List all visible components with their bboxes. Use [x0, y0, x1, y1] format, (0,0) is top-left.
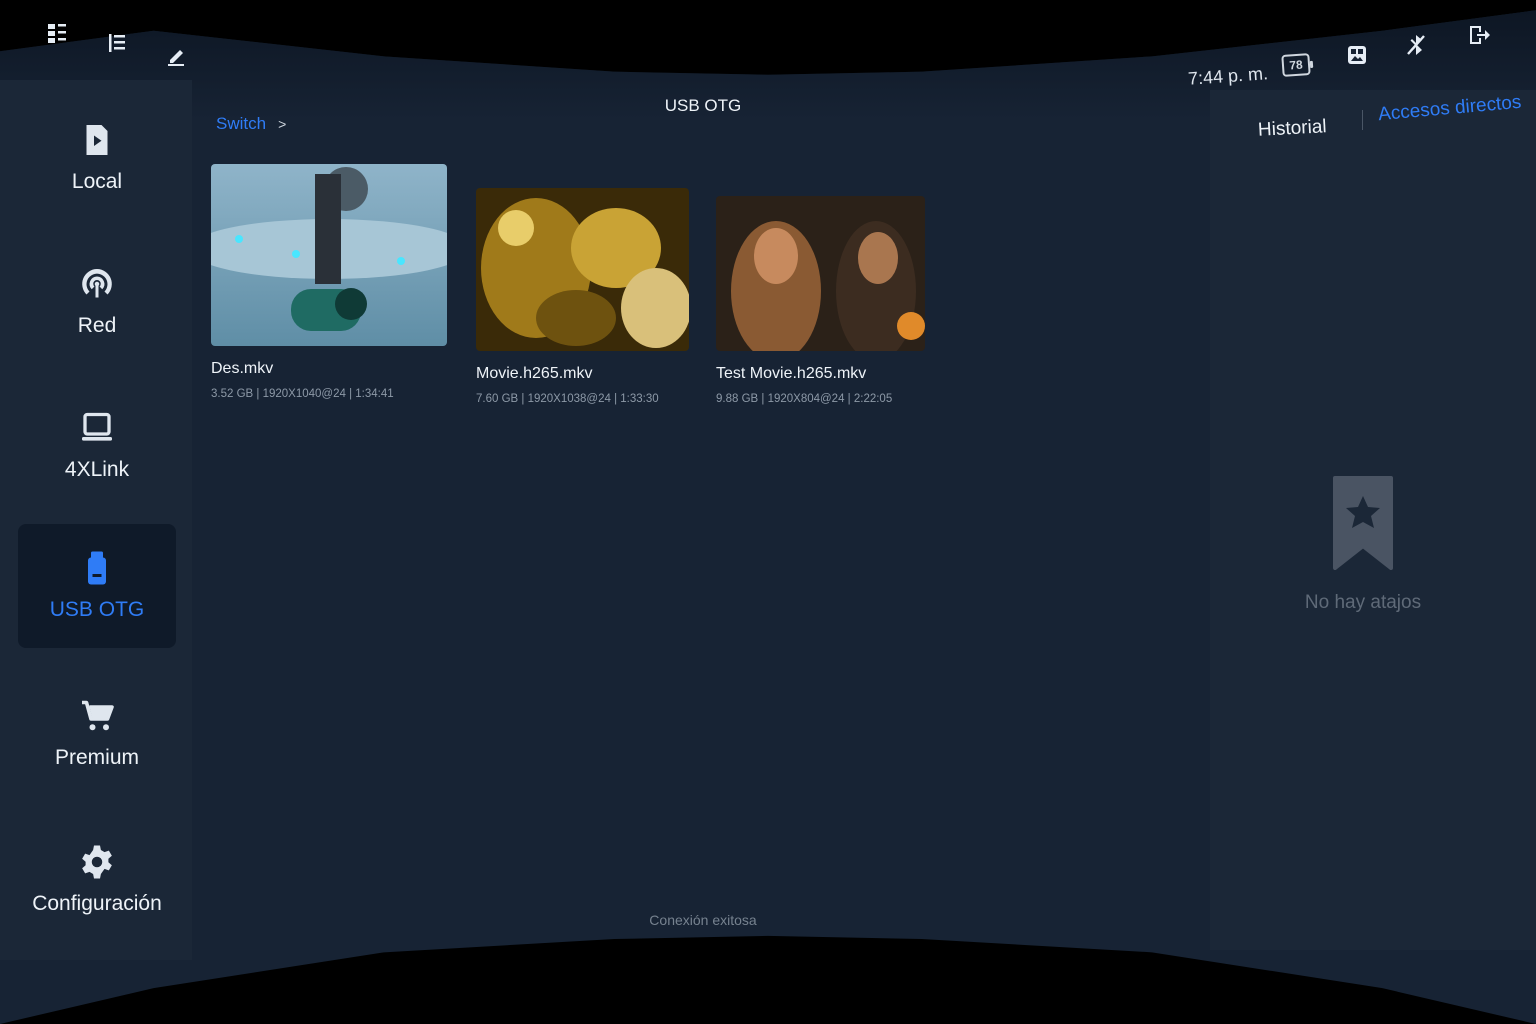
file-card[interactable]: Movie.h265.mkv 7.60 GB | 1920X1038@24 | … — [476, 188, 689, 405]
tab-historial[interactable]: Historial — [1257, 116, 1327, 142]
sidebar-item-label: Red — [77, 314, 117, 337]
bookmark-star-icon — [1333, 476, 1393, 570]
page-title: USB OTG — [664, 96, 742, 115]
connection-status: Conexión exitosa — [649, 912, 757, 928]
usb-drive-icon — [88, 551, 106, 585]
no-bluetooth-icon[interactable] — [1403, 32, 1429, 58]
breadcrumb-separator: > — [278, 116, 287, 132]
video-thumbnail — [211, 164, 447, 346]
breadcrumb-switch[interactable]: Switch — [216, 114, 266, 134]
sidebar-item-local[interactable]: Local — [18, 96, 176, 220]
edit-icon[interactable] — [164, 42, 190, 68]
file-card[interactable]: Des.mkv 3.52 GB | 1920X1040@24 | 1:34:41 — [211, 164, 447, 400]
file-meta: 7.60 GB | 1920X1038@24 | 1:33:30 — [476, 393, 659, 405]
sidebar-item-red[interactable]: Red — [18, 240, 176, 364]
sidebar-item-label: USB OTG — [49, 598, 145, 621]
sidebar-item-label: 4XLink — [64, 458, 130, 481]
file-name: Des.mkv — [211, 360, 274, 377]
network-icon — [82, 269, 112, 298]
list-sort-icon[interactable] — [104, 30, 130, 56]
sidebar-item-label: Premium — [54, 746, 139, 769]
file-name: Test Movie.h265.mkv — [716, 365, 867, 382]
sidebar-item-usb-otg[interactable]: USB OTG — [18, 524, 176, 648]
sidebar-item-label: Local — [71, 170, 123, 193]
empty-shortcuts-text: No hay atajos — [1304, 592, 1422, 613]
sidebar-item-configuracion[interactable]: Configuración — [18, 818, 176, 942]
cart-icon — [82, 700, 114, 731]
video-thumbnail — [716, 196, 925, 351]
laptop-icon — [82, 412, 112, 441]
battery-indicator: 78 — [1281, 53, 1311, 77]
sidebar-item-4xlink[interactable]: 4XLink — [18, 384, 176, 508]
breadcrumb: Switch > — [216, 114, 286, 134]
file-card[interactable]: Test Movie.h265.mkv 9.88 GB | 1920X804@2… — [716, 196, 925, 405]
file-name: Movie.h265.mkv — [476, 365, 593, 382]
gear-icon — [82, 845, 112, 879]
sidebar-item-label: Configuración — [32, 892, 162, 915]
exit-icon[interactable] — [1466, 22, 1492, 48]
curved-panel: Local Red 4XLink USB OTG Premium Configu… — [0, 10, 1536, 1024]
grid-menu-icon[interactable] — [44, 20, 70, 46]
video-thumbnail — [476, 188, 689, 351]
file-meta: 3.52 GB | 1920X1040@24 | 1:34:41 — [211, 388, 394, 400]
image-gallery-icon[interactable] — [1344, 42, 1370, 68]
play-file-icon — [86, 125, 108, 155]
tab-divider — [1362, 110, 1363, 130]
file-meta: 9.88 GB | 1920X804@24 | 2:22:05 — [716, 393, 893, 405]
sidebar-item-premium[interactable]: Premium — [18, 672, 176, 796]
